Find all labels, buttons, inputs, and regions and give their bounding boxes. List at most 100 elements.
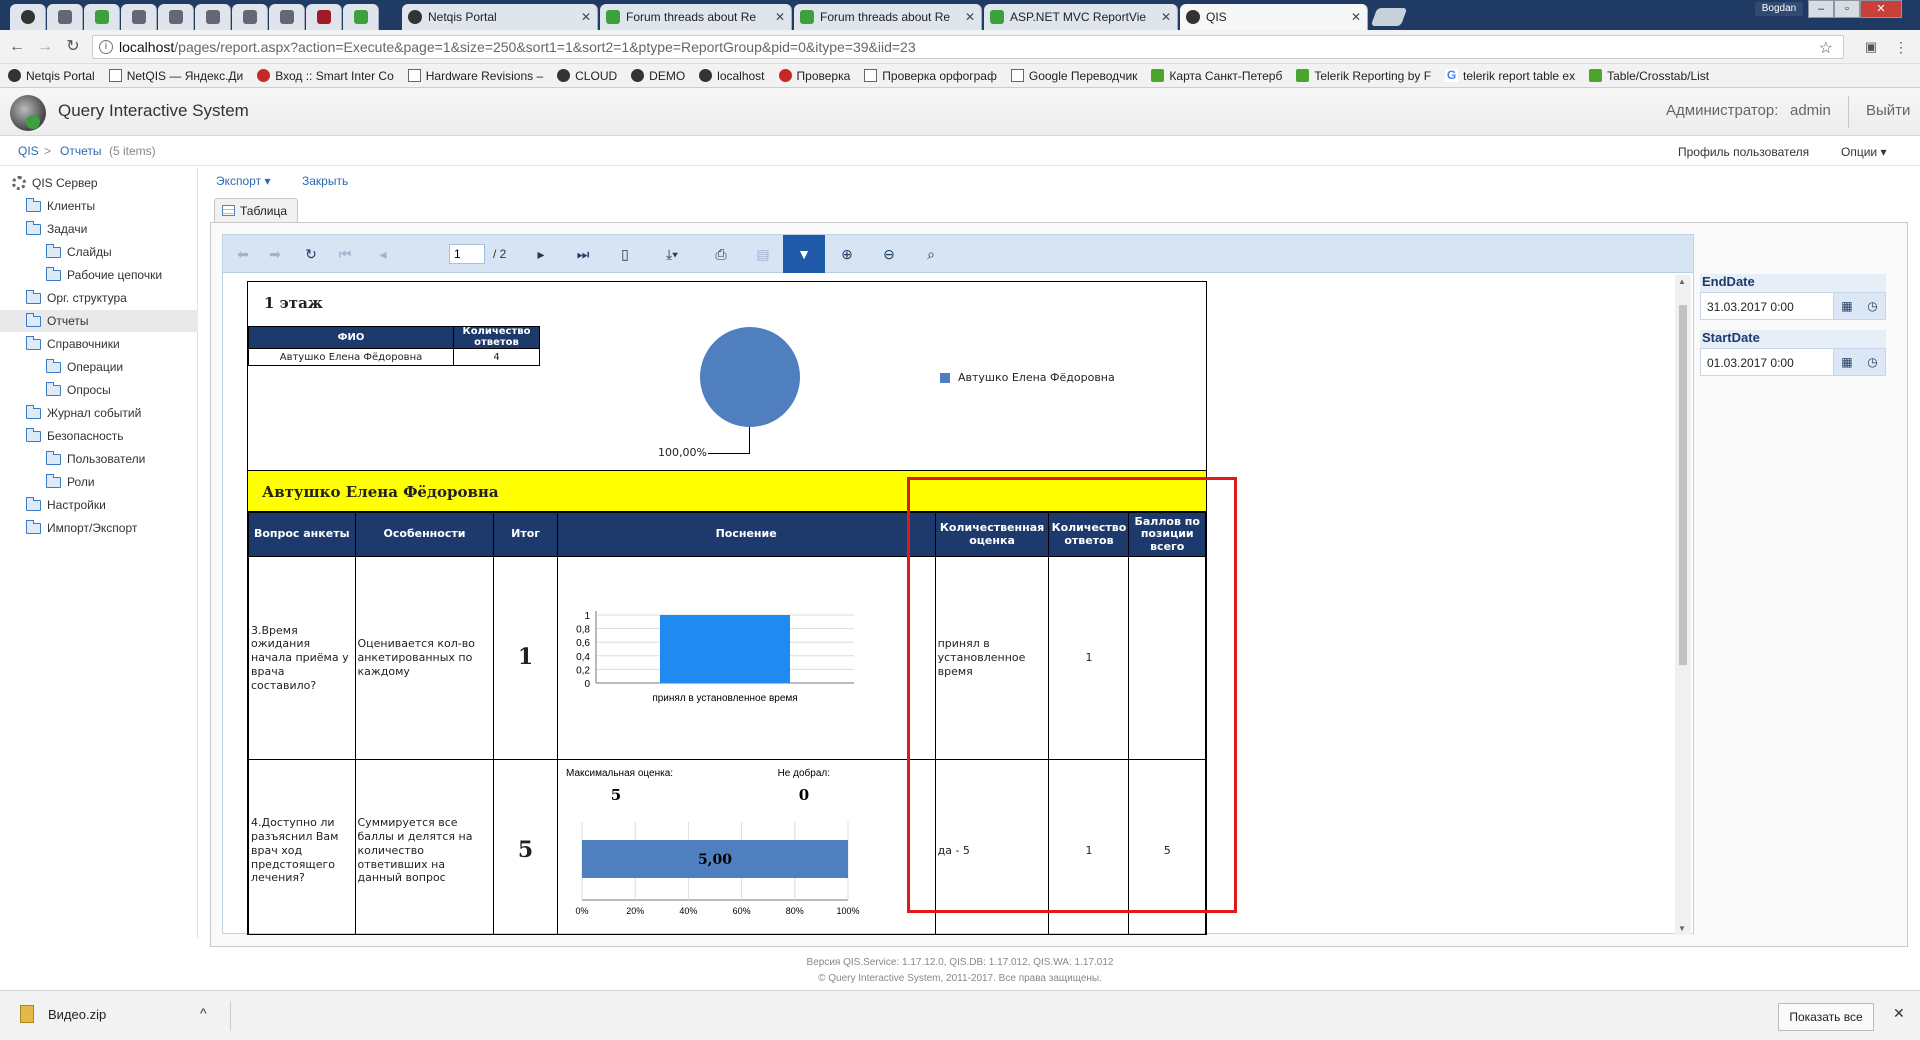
sidebar-item-events[interactable]: Журнал событий [26, 402, 141, 424]
bookmark[interactable]: Netqis Portal [8, 69, 95, 83]
calendar-icon[interactable]: ▦ [1841, 355, 1852, 369]
menu-icon[interactable]: ⋮ [1892, 38, 1910, 56]
back-icon[interactable]: ⬅ [233, 245, 253, 263]
page-number-input[interactable] [449, 244, 485, 264]
scroll-down-icon[interactable]: ▼ [1678, 924, 1686, 933]
back-icon[interactable]: ← [8, 38, 26, 56]
bookmark[interactable]: Hardware Revisions – [407, 69, 543, 83]
bookmark[interactable]: Вход :: Smart Inter Co [257, 69, 394, 83]
bookmark[interactable]: Проверка орфограф [864, 69, 997, 83]
browser-tab[interactable] [10, 4, 46, 30]
close-icon[interactable]: ✕ [1893, 1005, 1905, 1022]
start-date-value[interactable]: 01.03.2017 0:00 [1707, 356, 1794, 370]
sidebar-item-server[interactable]: QIS Сервер [12, 172, 98, 194]
refresh-icon[interactable]: ↻ [301, 245, 321, 263]
bookmark[interactable]: Table/Crosstab/List [1589, 69, 1709, 83]
zoom-in-icon[interactable]: ⊕ [837, 245, 857, 263]
sidebar-item-tasks[interactable]: Задачи [26, 218, 87, 240]
forward-icon[interactable]: → [36, 38, 54, 56]
new-tab-button[interactable] [1370, 8, 1408, 26]
sidebar-item-references[interactable]: Справочники [26, 333, 120, 355]
admin-name[interactable]: admin [1790, 102, 1831, 119]
bookmark[interactable]: Gtelerik report table ex [1445, 69, 1575, 83]
bookmark-star-icon[interactable]: ☆ [1819, 38, 1833, 60]
search-icon[interactable]: ⌕ [921, 245, 941, 263]
first-page-icon[interactable]: ⏮ [335, 245, 355, 263]
browser-tab[interactable]: Forum threads about Re ✕ [600, 4, 792, 30]
end-date-value[interactable]: 31.03.2017 0:00 [1707, 300, 1794, 314]
close-icon[interactable]: ✕ [575, 10, 591, 24]
browser-tab[interactable] [269, 4, 305, 30]
chevron-up-icon[interactable]: ^ [200, 1005, 207, 1021]
scroll-up-icon[interactable]: ▲ [1678, 277, 1686, 286]
prev-page-icon[interactable]: ◂ [373, 245, 393, 263]
sidebar-item-slides[interactable]: Слайды [46, 241, 112, 263]
end-date-field[interactable]: 31.03.2017 0:00 ▦ ◷ [1700, 292, 1886, 320]
sidebar-item-operations[interactable]: Операции [46, 356, 123, 378]
sidebar-item-security[interactable]: Безопасность [26, 425, 124, 447]
bookmark[interactable]: NetQIS — Яндекс.Ди [108, 69, 243, 83]
calendar-icon[interactable]: ▦ [1841, 299, 1852, 313]
minimize-button[interactable]: – [1808, 0, 1834, 18]
print-preview-icon[interactable]: ▯ [615, 245, 635, 263]
sidebar-item-import-export[interactable]: Импорт/Экспорт [26, 517, 137, 539]
scroll-thumb[interactable] [1679, 305, 1687, 665]
clock-icon[interactable]: ◷ [1867, 299, 1877, 313]
browser-tab[interactable] [343, 4, 379, 30]
browser-tab[interactable] [306, 4, 342, 30]
browser-tab[interactable] [195, 4, 231, 30]
browser-tab[interactable]: Forum threads about Re ✕ [794, 4, 982, 30]
parameters-filter-icon[interactable]: ▼ [783, 235, 825, 273]
forward-icon[interactable]: ➡ [265, 245, 285, 263]
profile-link[interactable]: Профиль пользователя [1678, 145, 1809, 159]
browser-tab[interactable]: Netqis Portal ✕ [402, 4, 598, 30]
sidebar-item-surveys[interactable]: Опросы [46, 379, 111, 401]
next-page-icon[interactable]: ▸ [531, 245, 551, 263]
close-icon[interactable]: ✕ [769, 10, 785, 24]
browser-tab[interactable] [121, 4, 157, 30]
start-date-field[interactable]: 01.03.2017 0:00 ▦ ◷ [1700, 348, 1886, 376]
show-all-button[interactable]: Показать все [1778, 1003, 1874, 1031]
export-menu[interactable]: Экспорт ▾ [216, 174, 270, 188]
maximize-button[interactable]: ▫ [1834, 0, 1860, 18]
reload-icon[interactable]: ↻ [64, 38, 82, 56]
export-download-icon[interactable]: ⤓▾ [659, 245, 685, 263]
logout-link[interactable]: Выйти [1866, 102, 1910, 119]
bookmark[interactable]: Карта Санкт-Петерб [1151, 69, 1282, 83]
bookmark[interactable]: Telerik Reporting by F [1296, 69, 1431, 83]
clock-icon[interactable]: ◷ [1867, 355, 1877, 369]
zoom-out-icon[interactable]: ⊖ [879, 245, 899, 263]
browser-tab[interactable] [47, 4, 83, 30]
browser-tab[interactable]: ASP.NET MVC ReportVie ✕ [984, 4, 1178, 30]
options-menu[interactable]: Опции ▾ [1841, 145, 1887, 159]
sidebar-item-org[interactable]: Орг. структура [26, 287, 127, 309]
bookmark[interactable]: CLOUD [557, 69, 617, 83]
close-icon[interactable]: ✕ [959, 10, 975, 24]
close-link[interactable]: Закрыть [302, 174, 348, 188]
document-map-icon[interactable]: ▤ [753, 245, 773, 263]
download-item[interactable]: Видео.zip [20, 1005, 106, 1023]
breadcrumb-root[interactable]: QIS [18, 144, 39, 158]
browser-tab[interactable] [158, 4, 194, 30]
bookmark[interactable]: Проверка [778, 69, 850, 83]
sidebar-item-users[interactable]: Пользователи [46, 448, 145, 470]
sidebar-item-clients[interactable]: Клиенты [26, 195, 95, 217]
profile-badge[interactable]: Bogdan [1755, 2, 1803, 16]
window-close-button[interactable]: ✕ [1860, 0, 1902, 18]
info-icon[interactable]: i [99, 40, 113, 54]
sidebar-item-settings[interactable]: Настройки [26, 494, 106, 516]
sidebar-item-reports[interactable]: Отчеты [0, 310, 198, 332]
browser-tab[interactable] [232, 4, 268, 30]
bookmark[interactable]: Google Переводчик [1010, 69, 1137, 83]
sidebar-item-workflows[interactable]: Рабочие цепочки [46, 264, 162, 286]
browser-tab[interactable] [84, 4, 120, 30]
breadcrumb-current[interactable]: Отчеты [60, 144, 101, 158]
vertical-scrollbar[interactable]: ▲ ▼ [1675, 275, 1691, 935]
browser-tab-active[interactable]: QIS ✕ [1180, 4, 1368, 30]
last-page-icon[interactable]: ⏭ [573, 245, 593, 263]
close-icon[interactable]: ✕ [1345, 10, 1361, 24]
bookmark[interactable]: DEMO [631, 69, 685, 83]
url-input[interactable]: i localhost/pages/report.aspx?action=Exe… [92, 35, 1844, 59]
sidebar-item-roles[interactable]: Роли [46, 471, 95, 493]
print-icon[interactable]: ⎙ [711, 245, 731, 263]
